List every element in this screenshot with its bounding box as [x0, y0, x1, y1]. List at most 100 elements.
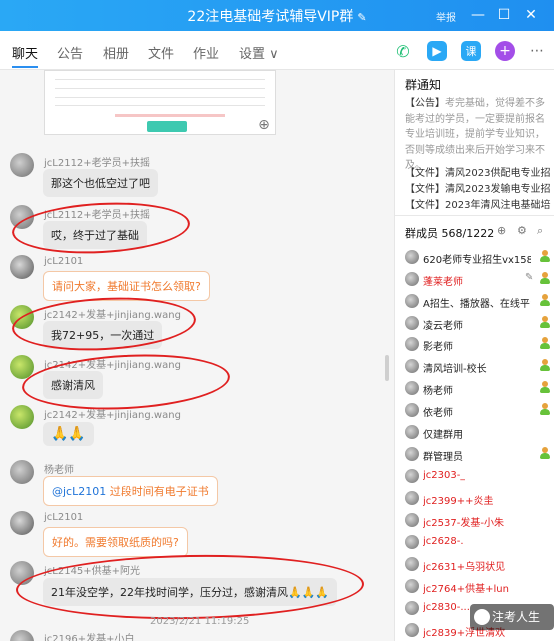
member-name: 仅建群用: [423, 430, 463, 441]
video-call-icon[interactable]: ▶: [427, 41, 447, 61]
more-icon[interactable]: ⋯: [527, 41, 547, 61]
tab-settings[interactable]: 设置 ∨: [239, 43, 279, 62]
member-row[interactable]: 仅建群用: [405, 423, 551, 443]
member-row[interactable]: A招生、播放器、在线平台问题: [405, 292, 551, 312]
file-item[interactable]: 【文件】清风2023发输电专业招...: [405, 180, 551, 195]
member-badge-icon: [539, 316, 551, 329]
member-row[interactable]: jc2537-发基-小朱: [405, 511, 551, 531]
tab-album[interactable]: 相册: [103, 43, 129, 62]
member-avatar: [405, 381, 419, 395]
member-row[interactable]: 620老师专业招生vx1585...: [405, 248, 551, 268]
member-name: 影老师: [423, 342, 453, 353]
search-icon[interactable]: ⌕: [537, 224, 543, 238]
member-name: 凌云老师: [423, 321, 463, 332]
add-icon[interactable]: +: [495, 41, 515, 61]
sender-name: jcL2112+老学员+扶摇: [44, 210, 151, 221]
notice-content[interactable]: 【公告】考完基础，觉得差不多能考过的学员，一定要提前报名专业培训班，提前学专业知…: [405, 96, 551, 174]
member-avatar: [405, 535, 419, 549]
classroom-icon[interactable]: 课: [461, 41, 481, 61]
tab-files[interactable]: 文件: [148, 43, 174, 62]
message-bubble[interactable]: 请问大家，基础证书怎么领取?: [43, 271, 210, 301]
avatar[interactable]: [10, 305, 34, 329]
edit-icon[interactable]: ✎: [525, 272, 533, 283]
sender-name: jc2142+发基+jinjiang.wang: [44, 410, 181, 421]
group-sidebar: 群通知 【公告】考完基础，觉得差不多能考过的学员，一定要提前报名专业培训班，提前…: [394, 70, 554, 641]
member-row[interactable]: jc2764+供基+lun: [405, 577, 551, 597]
watermark-logo-icon: [474, 609, 490, 625]
sender-name: jcL2145+供基+阿光: [44, 566, 141, 577]
member-row[interactable]: 群管理员: [405, 445, 551, 465]
member-badge-icon: [539, 294, 551, 307]
member-avatar: [405, 425, 419, 439]
timestamp: 2023/2/21 11:19:25: [150, 616, 250, 627]
avatar[interactable]: [10, 460, 34, 484]
member-settings-icon[interactable]: ⚙: [517, 224, 527, 237]
mention-link[interactable]: @jcL2101: [52, 485, 106, 498]
chat-scrollbar[interactable]: [385, 355, 389, 381]
chevron-down-icon: ∨: [269, 47, 279, 62]
avatar[interactable]: [10, 630, 34, 641]
message-bubble[interactable]: 我72+95，一次通过: [43, 321, 163, 349]
file-item[interactable]: 【文件】清风2023供配电专业招...: [405, 164, 551, 179]
member-name: jc2399++炎圭: [423, 496, 494, 507]
member-row[interactable]: jc2303-_: [405, 467, 551, 487]
member-row[interactable]: jc2628-.: [405, 533, 551, 553]
member-name: 620老师专业招生vx1585...: [423, 255, 531, 266]
message-bubble[interactable]: 21年没空学，22年找时间学，压分过，感谢清风🙏🙏🙏: [43, 578, 338, 606]
chat-panel[interactable]: ⊕ jcL2112+老学员+扶摇 那这个也低空过了吧 jcL2112+老学员+扶…: [0, 70, 394, 641]
tab-announcements[interactable]: 公告: [57, 43, 83, 62]
maximize-icon[interactable]: ☐: [495, 6, 513, 24]
member-avatar: [405, 359, 419, 373]
avatar[interactable]: [10, 355, 34, 379]
tab-bar: 聊天 公告 相册 文件 作业 设置 ∨ ✆ ▶ 课 + ⋯: [0, 31, 554, 70]
divider: [395, 215, 554, 216]
message-bubble[interactable]: 好的。需要领取纸质的吗?: [43, 527, 188, 557]
avatar[interactable]: [10, 153, 34, 177]
member-row[interactable]: jc2399++炎圭: [405, 489, 551, 509]
add-member-icon[interactable]: ⊕: [497, 224, 506, 237]
member-badge-icon: [539, 337, 551, 350]
message-bubble[interactable]: 🙏🙏: [43, 422, 94, 446]
member-row[interactable]: 杨老师: [405, 379, 551, 399]
member-row[interactable]: 依老师: [405, 401, 551, 421]
group-name: 22注电基础考试辅导VIP群: [187, 9, 354, 25]
zoom-icon[interactable]: ⊕: [256, 117, 272, 133]
message-bubble[interactable]: 感谢清风: [43, 371, 103, 399]
member-row[interactable]: 蓬莱老师 ✎: [405, 270, 551, 290]
phone-icon[interactable]: ✆: [393, 41, 413, 61]
close-icon[interactable]: ✕: [522, 6, 540, 24]
member-name: 依老师: [423, 408, 453, 419]
members-title: 群成员 568/1222: [405, 227, 495, 240]
member-avatar: [405, 557, 419, 571]
avatar[interactable]: [10, 511, 34, 535]
avatar[interactable]: [10, 405, 34, 429]
member-avatar: [405, 469, 419, 483]
file-item[interactable]: 【文件】2023年清风注电基础培...: [405, 196, 551, 211]
member-avatar: [405, 623, 419, 637]
member-badge-icon: [539, 447, 551, 460]
member-row[interactable]: 凌云老师: [405, 314, 551, 334]
sender-name: jcL2112+老学员+扶摇: [44, 158, 151, 169]
message-bubble[interactable]: 那这个也低空过了吧: [43, 169, 158, 197]
avatar[interactable]: [10, 255, 34, 279]
minimize-icon[interactable]: —: [469, 6, 487, 24]
message-bubble[interactable]: @jcL2101 过段时间有电子证书: [43, 476, 218, 506]
avatar[interactable]: [10, 561, 34, 585]
member-row[interactable]: jc2631+乌羽状见: [405, 555, 551, 575]
message-bubble[interactable]: 哎，终于过了基础: [43, 221, 147, 249]
tab-homework[interactable]: 作业: [193, 43, 219, 62]
avatar[interactable]: [10, 205, 34, 229]
edit-icon[interactable]: ✎: [357, 11, 366, 24]
tab-chat[interactable]: 聊天: [12, 43, 38, 62]
member-badge-icon: [539, 272, 551, 285]
member-row[interactable]: 影老师: [405, 335, 551, 355]
shared-screenshot-image[interactable]: [44, 70, 276, 135]
member-badge-icon: [539, 403, 551, 416]
member-avatar: [405, 447, 419, 461]
member-badge-icon: [539, 381, 551, 394]
member-avatar: [405, 579, 419, 593]
report-button[interactable]: 举报: [436, 9, 456, 24]
active-tab-indicator: [12, 66, 38, 68]
member-row[interactable]: 清风培训-校长: [405, 357, 551, 377]
sender-name: jcL2101: [44, 256, 84, 267]
